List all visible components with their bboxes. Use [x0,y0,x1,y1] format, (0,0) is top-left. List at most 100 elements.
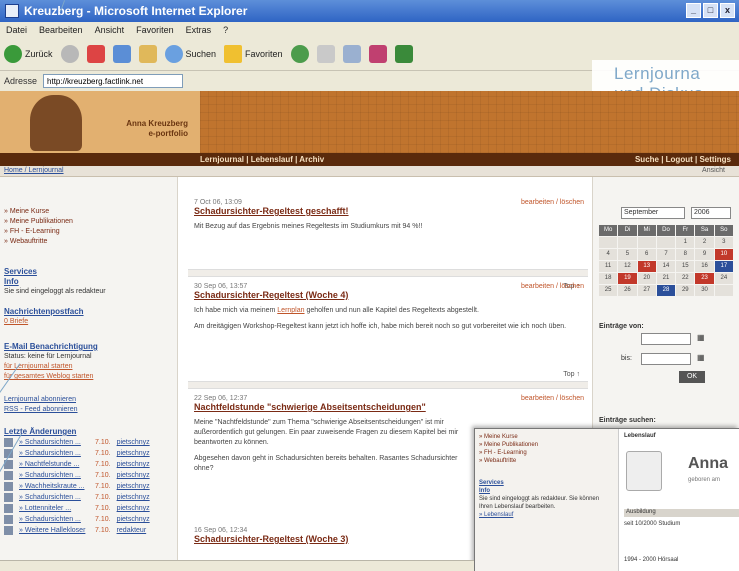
calendar-day[interactable]: 23 [695,273,714,284]
mail-link-journal[interactable]: für Lernjournal starten [4,362,170,372]
calendar-day[interactable]: 6 [637,249,656,260]
menu-help[interactable]: ? [223,25,228,35]
user-nav-links[interactable]: Suche | Logout | Settings [635,155,731,164]
list-item[interactable]: » Schadursichten ... 7.10. pietschnyz [4,448,170,459]
main-nav-links[interactable]: Lernjournal | Lebenslauf | Archiv [200,155,324,164]
view-link[interactable]: Ansicht [702,167,725,174]
list-item[interactable]: » Schadursichten ... 7.10. pietschnyz [4,470,170,481]
recent-title[interactable]: » Schadursichten ... [19,448,89,459]
calendar-day[interactable]: 18 [599,273,618,284]
menu-view[interactable]: Ansicht [95,25,125,35]
recent-title[interactable]: » Schadursichten ... [19,437,89,448]
calendar-day[interactable]: 14 [656,261,676,272]
maximize-button[interactable]: □ [703,3,718,18]
favorites-button[interactable]: Favoriten [224,44,283,63]
recent-user[interactable]: pietschnyz [117,448,150,459]
calendar-day[interactable]: 16 [695,261,714,272]
entry-actions[interactable]: bearbeiten / löschen [521,283,584,290]
refresh-icon[interactable] [112,44,131,63]
inset-cv-link[interactable]: » Lebenslauf [479,511,614,519]
calendar-picker-icon[interactable]: ▦ [697,333,705,342]
calendar-day[interactable]: 4 [599,249,618,260]
calendar-day[interactable]: 7 [656,249,676,260]
calendar-day[interactable]: 10 [714,249,733,260]
entry-title[interactable]: Nachtfeldstunde "schwierige Abseitsentsc… [194,402,584,412]
calendar-day[interactable]: 5 [618,249,637,260]
calendar-day[interactable]: 13 [637,261,656,272]
date-to-input[interactable] [641,353,691,365]
inset-nav-item[interactable]: » Meine Kurse [479,433,614,441]
address-input[interactable] [43,74,184,88]
recent-user[interactable]: pietschnyz [117,481,150,492]
entry-actions[interactable]: bearbeiten / löschen [521,199,584,206]
recent-title[interactable]: » Nachtfelstunde ... [19,459,89,470]
history-icon[interactable] [290,44,309,63]
calendar-picker-icon[interactable]: ▦ [697,353,705,362]
breadcrumb[interactable]: Home / Lernjournal [4,167,64,174]
entry-title[interactable]: Schadursichter-Regeltest geschafft! [194,206,584,216]
calendar-day[interactable]: 26 [618,285,637,296]
minimize-button[interactable]: _ [686,3,701,18]
calendar-day[interactable]: 22 [676,273,695,284]
forward-arrow-icon[interactable] [60,44,79,63]
recent-user[interactable]: pietschnyz [117,459,150,470]
list-item[interactable]: » Schadursichten ... 7.10. pietschnyz [4,492,170,503]
calendar-day[interactable]: 9 [695,249,714,260]
mail-link-weblog[interactable]: für gesamtes Weblog starten [4,372,170,382]
sidebar-item-courses[interactable]: » Meine Kurse [4,207,73,217]
notify-heading[interactable]: Nachrichtenpostfach [4,307,170,317]
ok-button[interactable]: OK [679,371,705,383]
calendar-day[interactable]: 27 [637,285,656,296]
recent-user[interactable]: pietschnyz [117,514,150,525]
mail-icon[interactable] [316,44,335,63]
entry-title[interactable]: Schadursichter-Regeltest (Woche 4) [194,290,584,300]
stop-icon[interactable] [86,44,105,63]
edit-icon[interactable] [394,44,413,63]
list-item[interactable]: » Lottenniteler ... 7.10. pietschnyz [4,503,170,514]
menu-favorites[interactable]: Favoriten [136,25,174,35]
recent-title[interactable]: » Weitere Hallekloser [19,525,89,536]
calendar-day[interactable]: 28 [656,285,676,296]
notify-link[interactable]: 0 Briefe [4,317,170,327]
menu-tools[interactable]: Extras [186,25,212,35]
calendar-day[interactable]: 11 [599,261,618,272]
calendar-day[interactable]: 3 [714,237,733,248]
menu-edit[interactable]: Bearbeiten [39,25,83,35]
print-icon[interactable] [342,44,361,63]
month-select[interactable]: September [621,207,685,219]
recent-title[interactable]: » Wachheitskraute ... [19,481,89,492]
recent-title[interactable]: » Schadursichten ... [19,470,89,481]
list-item[interactable]: » Wachheitskraute ... 7.10. pietschnyz [4,481,170,492]
subscribe-journal-link[interactable]: Lernjournal abonnieren [4,395,170,405]
calendar-day[interactable]: 21 [656,273,676,284]
list-item[interactable]: » Schadursichten ... 7.10. pietschnyz [4,437,170,448]
inset-services-heading[interactable]: Services [479,479,614,487]
calendar-day[interactable]: 2 [695,237,714,248]
home-icon[interactable] [138,44,157,63]
list-item[interactable]: » Nachtfelstunde ... 7.10. pietschnyz [4,459,170,470]
date-from-input[interactable] [641,333,691,345]
services-heading[interactable]: Services [4,267,170,277]
entry-inline-link[interactable]: Lernplan [277,307,304,314]
calendar-day[interactable]: 19 [618,273,637,284]
menu-file[interactable]: Datei [6,25,27,35]
close-button[interactable]: x [720,3,735,18]
inset-nav-item[interactable]: » FH - E-Learning [479,449,614,457]
list-item[interactable]: » Schadursichten ... 7.10. pietschnyz [4,514,170,525]
calendar-day[interactable]: 29 [676,285,695,296]
messenger-icon[interactable] [368,44,387,63]
calendar-day[interactable]: 25 [599,285,618,296]
calendar-day[interactable]: 12 [618,261,637,272]
recent-user[interactable]: pietschnyz [117,470,150,481]
calendar-day[interactable]: 20 [637,273,656,284]
mail-heading[interactable]: E-Mail Benachrichtigung [4,342,170,352]
rss-link[interactable]: RSS - Feed abonnieren [4,405,170,415]
calendar-day[interactable]: 8 [676,249,695,260]
back-button[interactable]: Zurück [4,44,53,63]
inset-nav-item[interactable]: » Webauftritte [479,457,614,465]
recent-title[interactable]: » Lottenniteler ... [19,503,89,514]
recent-user[interactable]: pietschnyz [117,503,150,514]
recent-user[interactable]: pietschnyz [117,492,150,503]
top-link[interactable]: Top ↑ [563,371,580,378]
calendar-day[interactable]: 15 [676,261,695,272]
